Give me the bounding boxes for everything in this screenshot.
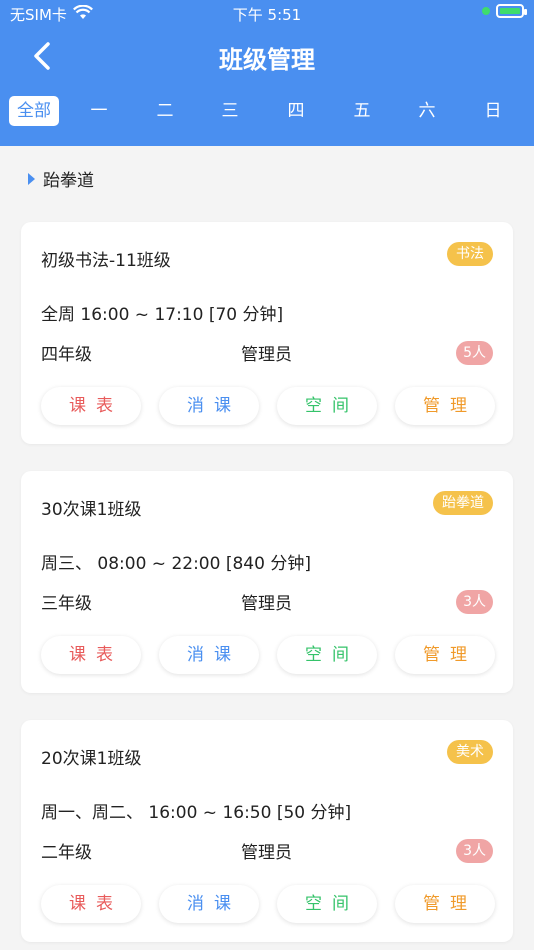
nav-bar: 班级管理 (0, 28, 534, 84)
tab-sunday[interactable]: 日 (467, 96, 519, 126)
class-grade: 三年级 (41, 594, 92, 614)
subject-tag: 美术 (447, 740, 493, 764)
section-label: 跆拳道 (43, 171, 94, 191)
student-count-badge: 3人 (456, 839, 493, 863)
class-manager: 管理员 (241, 594, 292, 614)
manage-button[interactable]: 管理 (395, 885, 495, 923)
card-actions: 课表 消课 空间 管理 (41, 636, 495, 674)
class-card[interactable]: 初级书法-11班级 书法 全周 16:00 ~ 17:10 [70 分钟] 四年… (21, 222, 513, 444)
class-time: 周三、 08:00 ~ 22:00 [840 分钟] (41, 554, 311, 574)
consume-class-button[interactable]: 消课 (159, 636, 259, 674)
recording-indicator-icon (482, 7, 490, 15)
tab-thursday[interactable]: 四 (270, 96, 322, 126)
tab-friday[interactable]: 五 (336, 96, 388, 126)
class-grade: 二年级 (41, 843, 92, 863)
subject-tag: 跆拳道 (433, 491, 493, 515)
space-button[interactable]: 空间 (277, 885, 377, 923)
class-manager: 管理员 (241, 843, 292, 863)
consume-class-button[interactable]: 消课 (159, 387, 259, 425)
weekday-tabs: 全部 一 二 三 四 五 六 日 (0, 94, 534, 130)
class-card[interactable]: 20次课1班级 美术 周一、周二、 16:00 ~ 16:50 [50 分钟] … (21, 720, 513, 942)
class-name: 初级书法-11班级 (41, 251, 171, 271)
consume-class-button[interactable]: 消课 (159, 885, 259, 923)
battery-icon (496, 4, 527, 18)
tab-tuesday[interactable]: 二 (139, 96, 191, 126)
class-grade: 四年级 (41, 345, 92, 365)
manage-button[interactable]: 管理 (395, 387, 495, 425)
tab-all[interactable]: 全部 (9, 96, 59, 126)
schedule-button[interactable]: 课表 (41, 885, 141, 923)
space-button[interactable]: 空间 (277, 387, 377, 425)
schedule-button[interactable]: 课表 (41, 387, 141, 425)
class-name: 20次课1班级 (41, 749, 142, 769)
student-count-badge: 5人 (456, 341, 493, 365)
manage-button[interactable]: 管理 (395, 636, 495, 674)
student-count-badge: 3人 (456, 590, 493, 614)
subject-tag: 书法 (447, 242, 493, 266)
space-button[interactable]: 空间 (277, 636, 377, 674)
triangle-right-icon (28, 172, 35, 185)
status-time: 下午 5:51 (232, 6, 302, 24)
class-time: 全周 16:00 ~ 17:10 [70 分钟] (41, 305, 284, 325)
top-bar: 无SIM卡 下午 5:51 班级管理 全部 一 二 三 四 五 六 日 (0, 0, 534, 146)
tab-saturday[interactable]: 六 (401, 96, 453, 126)
card-actions: 课表 消课 空间 管理 (41, 885, 495, 923)
section-header[interactable]: 跆拳道 (28, 166, 94, 191)
page-title: 班级管理 (219, 46, 315, 74)
card-actions: 课表 消课 空间 管理 (41, 387, 495, 425)
schedule-button[interactable]: 课表 (41, 636, 141, 674)
status-bar: 无SIM卡 下午 5:51 (0, 0, 534, 28)
tab-wednesday[interactable]: 三 (204, 96, 256, 126)
class-time: 周一、周二、 16:00 ~ 16:50 [50 分钟] (41, 803, 352, 823)
class-card[interactable]: 30次课1班级 跆拳道 周三、 08:00 ~ 22:00 [840 分钟] 三… (21, 471, 513, 693)
class-name: 30次课1班级 (41, 500, 142, 520)
class-manager: 管理员 (241, 345, 292, 365)
tab-monday[interactable]: 一 (73, 96, 125, 126)
